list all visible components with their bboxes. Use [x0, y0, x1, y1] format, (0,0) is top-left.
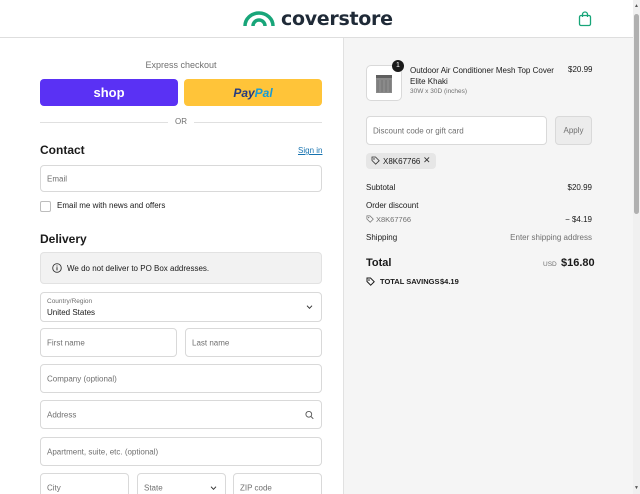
product-variant: 30W x 30D (inches) — [410, 88, 468, 95]
scroll-up-icon[interactable]: ▲ — [633, 3, 640, 10]
address-placeholder: Address — [47, 410, 77, 419]
country-value: United States — [47, 308, 96, 317]
brand-logo[interactable]: coverstore — [242, 8, 393, 30]
country-label: Country/Region — [47, 298, 93, 305]
last-name-placeholder: Last name — [192, 338, 230, 347]
shop-pay-button[interactable]: shop — [40, 79, 178, 106]
chevron-down-icon — [210, 485, 217, 490]
shipping-value: Enter shipping address — [510, 233, 592, 242]
currency-code: USD — [543, 261, 557, 268]
email-field[interactable]: Email — [40, 165, 322, 192]
total-savings-label: TOTAL SAVINGS — [380, 277, 440, 286]
discount-code-input[interactable]: Discount code or gift card — [366, 116, 547, 145]
last-name-field[interactable]: Last name — [185, 328, 322, 357]
header: coverstore — [0, 0, 640, 38]
page-scrollbar[interactable]: ▲ ▼ — [633, 0, 640, 494]
newsletter-label: Email me with news and offers — [57, 201, 166, 210]
state-placeholder: State — [144, 483, 163, 492]
total-savings-value: $4.19 — [440, 277, 459, 286]
savings-tag-icon — [366, 277, 375, 286]
logo-mark-icon — [243, 11, 275, 27]
notice-text: We do not deliver to PO Box addresses. — [67, 264, 210, 273]
apartment-placeholder: Apartment, suite, etc. (optional) — [47, 447, 159, 456]
order-discount-label: Order discount — [366, 201, 419, 210]
city-placeholder: City — [47, 483, 61, 492]
shopping-bag-icon[interactable] — [578, 11, 592, 27]
shipping-label: Shipping — [366, 233, 398, 242]
tag-icon — [371, 156, 380, 165]
subtotal-label: Subtotal — [366, 183, 396, 192]
discount-code-label: X8K67766 — [376, 215, 412, 224]
zip-placeholder: ZIP code — [240, 483, 272, 492]
country-select[interactable]: Country/Region United States — [40, 292, 322, 322]
apply-button[interactable]: Apply — [555, 116, 592, 145]
chevron-down-icon — [306, 305, 313, 310]
search-icon — [305, 410, 314, 419]
company-field[interactable]: Company (optional) — [40, 364, 322, 393]
newsletter-checkbox[interactable] — [40, 201, 51, 212]
info-icon — [52, 263, 62, 273]
po-box-notice: We do not deliver to PO Box addresses. — [40, 252, 322, 284]
applied-discount-chip: X8K67766 ✕ — [366, 153, 436, 169]
scrollbar-thumb[interactable] — [634, 14, 639, 214]
subtotal-value: $20.99 — [567, 183, 592, 192]
apartment-field[interactable]: Apartment, suite, etc. (optional) — [40, 437, 322, 466]
remove-discount-icon[interactable]: ✕ — [423, 155, 431, 166]
quantity-badge: 1 — [392, 60, 404, 72]
zip-field[interactable]: ZIP code — [233, 473, 322, 494]
divider-line — [194, 122, 322, 123]
first-name-placeholder: First name — [47, 338, 85, 347]
scroll-down-icon[interactable]: ▼ — [633, 485, 640, 492]
brand-name: coverstore — [281, 8, 393, 30]
paypal-logo-part1: Pay — [233, 85, 255, 100]
delivery-title: Delivery — [40, 232, 87, 246]
address-field[interactable]: Address — [40, 400, 322, 429]
company-placeholder: Company (optional) — [47, 374, 117, 383]
discount-value: − $4.19 — [565, 215, 592, 224]
first-name-field[interactable]: First name — [40, 328, 177, 357]
city-field[interactable]: City — [40, 473, 129, 494]
applied-code: X8K67766 — [383, 157, 421, 166]
tag-icon — [366, 215, 374, 223]
product-name: Outdoor Air Conditioner Mesh Top Cover E… — [410, 66, 554, 86]
paypal-logo-part2: Pal — [254, 85, 273, 100]
product-price: $20.99 — [568, 65, 593, 74]
express-checkout-title: Express checkout — [145, 60, 217, 70]
paypal-button[interactable]: Pay Pal — [184, 79, 322, 106]
email-placeholder: Email — [47, 174, 68, 183]
total-value: $16.80 — [561, 257, 595, 269]
state-select[interactable]: State — [137, 473, 226, 494]
sign-in-link[interactable]: Sign in — [298, 146, 322, 155]
discount-placeholder: Discount code or gift card — [373, 126, 464, 135]
contact-title: Contact — [40, 143, 85, 157]
or-divider: OR — [40, 116, 322, 128]
total-label: Total — [366, 257, 392, 269]
